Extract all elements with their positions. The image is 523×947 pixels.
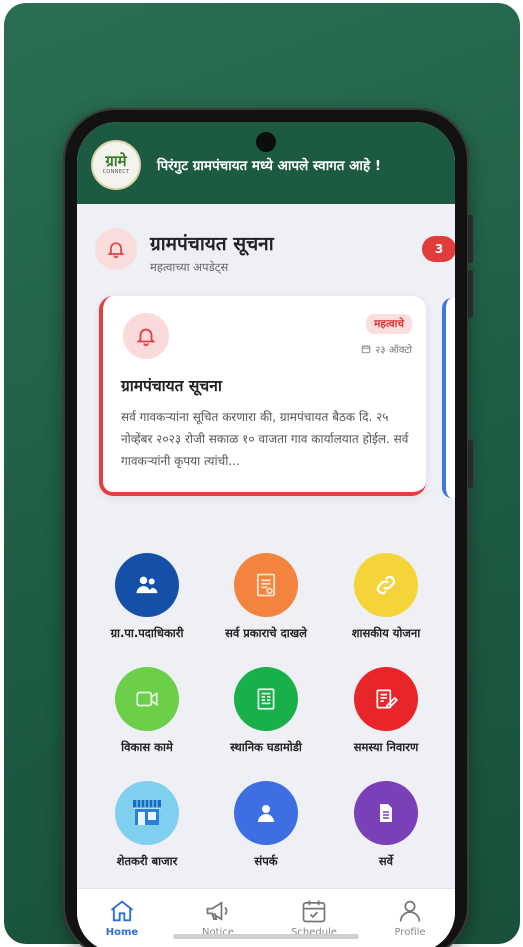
calendar-icon: [361, 345, 371, 354]
megaphone-icon: [206, 901, 228, 921]
service-govt-schemes[interactable]: शासकीय योजना: [326, 553, 446, 641]
logo-text-main: ग्रामे: [105, 152, 127, 170]
volume-down-button: [468, 270, 473, 318]
service-label: विकास कामे: [121, 740, 173, 754]
link-icon: [354, 553, 418, 617]
service-label: सर्व प्रकाराचे दाखले: [225, 626, 307, 640]
next-notice-card[interactable]: [442, 298, 455, 498]
service-contact[interactable]: संपर्क: [206, 781, 326, 869]
home-icon: [110, 900, 134, 922]
service-label: समस्या निवारण: [353, 740, 419, 754]
service-label: संपर्क: [254, 854, 278, 868]
people-icon: [115, 553, 179, 617]
bell-icon: [123, 313, 169, 359]
nav-profile[interactable]: Profile: [375, 897, 445, 938]
notice-date: २३ ऑक्टो: [361, 342, 412, 356]
certificate-icon: [234, 553, 298, 617]
service-farmer-market[interactable]: शेतकरी बाजार: [87, 781, 207, 869]
camera-icon: [115, 667, 179, 731]
service-label: ग्रा.पा.पदाधिकारी: [110, 626, 184, 640]
nav-schedule[interactable]: Schedule: [279, 897, 349, 938]
person-icon: [234, 781, 298, 845]
notice-section-header: ग्रामपंचायत सूचना महत्वाच्या अपडेट्स 3: [95, 226, 455, 276]
service-label: शासकीय योजना: [351, 626, 421, 640]
app-header: ग्रामे CONNECT पिरंगुट ग्रामपंचायत मध्ये…: [77, 122, 455, 204]
notice-section-title: ग्रामपंचायत सूचना: [150, 233, 274, 255]
notice-count-badge[interactable]: 3: [422, 236, 455, 262]
shop-icon: [115, 781, 179, 845]
notice-card-body: सर्व गावकऱ्यांना सूचित करणारा की, ग्रामप…: [121, 410, 409, 468]
newspaper-icon: [234, 667, 298, 731]
notice-card-title: ग्रामपंचायत सूचना: [121, 377, 222, 395]
service-label: स्थानिक घडामोडी: [230, 740, 302, 754]
nav-notice[interactable]: Notice: [183, 897, 253, 938]
app-screen: ग्रामे CONNECT पिरंगुट ग्रामपंचायत मध्ये…: [77, 122, 455, 947]
calendar-icon: [302, 900, 326, 923]
power-button: [468, 440, 473, 488]
logo-text-sub: CONNECT: [102, 169, 130, 175]
welcome-text: पिरंगुट ग्रामपंचायत मध्ये आपले स्वागत आह…: [157, 158, 382, 174]
user-icon: [399, 900, 421, 922]
nav-label: Profile: [394, 927, 426, 938]
app-logo[interactable]: ग्रामे CONNECT: [91, 140, 141, 190]
bell-icon: [95, 228, 137, 270]
notice-section-subtitle: महत्वाच्या अपडेट्स: [150, 260, 229, 274]
service-local-news[interactable]: स्थानिक घडामोडी: [206, 667, 326, 755]
service-grievance[interactable]: समस्या निवारण: [326, 667, 446, 755]
survey-icon: [354, 781, 418, 845]
service-label: शेतकरी बाजार: [116, 854, 178, 868]
nav-label: Home: [105, 927, 139, 938]
service-development-works[interactable]: विकास कामे: [87, 667, 207, 755]
service-office-bearers[interactable]: ग्रा.पा.पदाधिकारी: [87, 553, 207, 641]
service-survey[interactable]: सर्वे: [326, 781, 446, 869]
edit-document-icon: [354, 667, 418, 731]
service-certificates[interactable]: सर्व प्रकाराचे दाखले: [206, 553, 326, 641]
home-indicator[interactable]: [173, 934, 359, 939]
notice-card[interactable]: महत्वाचे २३ ऑक्टो ग्रामपंचायत सूचना सर्व…: [99, 296, 426, 496]
nav-home[interactable]: Home: [87, 897, 157, 938]
volume-up-button: [468, 215, 473, 263]
front-camera: [256, 132, 276, 152]
importance-tag: महत्वाचे: [366, 314, 412, 334]
notice-date-text: २३ ऑक्टो: [375, 345, 412, 356]
service-label: सर्वे: [378, 854, 394, 868]
